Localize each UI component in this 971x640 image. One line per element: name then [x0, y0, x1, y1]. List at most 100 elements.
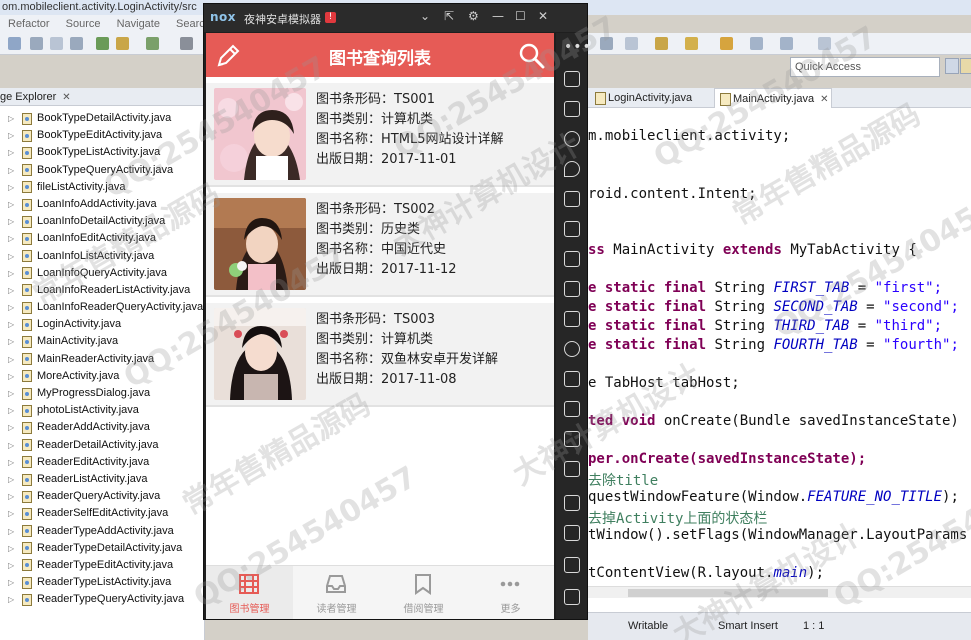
java-perspective-icon[interactable] — [960, 58, 971, 74]
tab-reader-management[interactable]: 读者管理 — [293, 566, 380, 619]
package-file-item[interactable]: ▷ ReaderQueryActivity.java — [8, 488, 205, 505]
book-list-item[interactable]: 图书条形码：TS001 图书类别：计算机类 图书名称：HTML5网站设计详解 出… — [206, 83, 554, 187]
rotate-icon[interactable] — [564, 71, 580, 87]
menu-search[interactable]: Search — [176, 18, 205, 30]
package-file-item[interactable]: ▷ MainReaderActivity.java — [8, 351, 205, 368]
minimize-icon[interactable]: — — [492, 9, 504, 23]
expand-arrow-icon[interactable]: ▷ — [8, 523, 18, 540]
package-file-item[interactable]: ▷ MoreActivity.java — [8, 368, 205, 385]
toolbar-icon[interactable] — [655, 37, 668, 50]
toolbar-icon[interactable] — [600, 37, 613, 50]
expand-arrow-icon[interactable]: ▷ — [8, 454, 18, 471]
package-file-item[interactable]: ▷ BookTypeDetailActivity.java — [8, 110, 205, 127]
toolbar-icon[interactable] — [116, 37, 129, 50]
package-file-item[interactable]: ▷ photoListActivity.java — [8, 402, 205, 419]
close-icon[interactable]: ✕ — [820, 94, 828, 105]
package-file-item[interactable]: ▷ ReaderTypeDetailActivity.java — [8, 540, 205, 557]
shake-icon[interactable] — [564, 341, 580, 357]
scissors-icon[interactable] — [564, 131, 580, 147]
editor-horizontal-scrollbar[interactable] — [588, 586, 971, 598]
expand-arrow-icon[interactable]: ▷ — [8, 540, 18, 557]
toolbar-icon[interactable] — [720, 37, 733, 50]
expand-arrow-icon[interactable]: ▷ — [8, 574, 18, 591]
toolbar-icon[interactable] — [625, 37, 638, 50]
tab-login-activity[interactable]: LoginActivity.java — [590, 88, 708, 108]
package-file-item[interactable]: ▷ BookTypeListActivity.java — [8, 144, 205, 161]
expand-arrow-icon[interactable]: ▷ — [8, 179, 18, 196]
expand-arrow-icon[interactable]: ▷ — [8, 557, 18, 574]
package-file-item[interactable]: ▷ ReaderTypeEditActivity.java — [8, 557, 205, 574]
toolbar-icon[interactable] — [818, 37, 831, 50]
alert-badge[interactable]: ! — [325, 12, 336, 23]
chevron-down-icon[interactable]: ⌄ — [420, 9, 430, 23]
expand-arrow-icon[interactable]: ▷ — [8, 488, 18, 505]
toolbar-icon[interactable] — [50, 37, 63, 50]
expand-arrow-icon[interactable]: ▷ — [8, 505, 18, 522]
expand-arrow-icon[interactable]: ▷ — [8, 230, 18, 247]
tab-loan-management[interactable]: 借阅管理 — [380, 566, 467, 619]
menu-navigate[interactable]: Navigate — [117, 18, 160, 30]
book-list-item[interactable]: 图书条形码：TS003 图书类别：计算机类 图书名称：双鱼林安卓开发详解 出版日… — [206, 303, 554, 407]
home-icon[interactable] — [564, 557, 580, 573]
pin-icon[interactable]: ⇱ — [444, 9, 454, 23]
package-file-item[interactable]: ▷ LoanInfoAddActivity.java — [8, 196, 205, 213]
expand-arrow-icon[interactable]: ▷ — [8, 333, 18, 350]
expand-arrow-icon[interactable]: ▷ — [8, 162, 18, 179]
toolbar-icon[interactable] — [780, 37, 793, 50]
toolbar-icon[interactable] — [685, 37, 698, 50]
settings-icon[interactable] — [564, 495, 580, 511]
expand-arrow-icon[interactable]: ▷ — [8, 144, 18, 161]
package-file-item[interactable]: ▷ MyProgressDialog.java — [8, 385, 205, 402]
book-list-item[interactable]: 图书条形码：TS002 图书类别：历史类 图书名称：中国近代史 出版日期：201… — [206, 193, 554, 297]
expand-arrow-icon[interactable]: ▷ — [8, 385, 18, 402]
expand-arrow-icon[interactable]: ▷ — [8, 419, 18, 436]
expand-arrow-icon[interactable]: ▷ — [8, 316, 18, 333]
package-file-item[interactable]: ▷ ReaderListActivity.java — [8, 471, 205, 488]
toolbar-icon[interactable] — [70, 37, 83, 50]
package-file-item[interactable]: ▷ LoanInfoListActivity.java — [8, 248, 205, 265]
package-file-item[interactable]: ▷ ReaderTypeListActivity.java — [8, 574, 205, 591]
expand-arrow-icon[interactable]: ▷ — [8, 110, 18, 127]
more-dots-icon[interactable]: ••• — [564, 39, 592, 55]
package-file-item[interactable]: ▷ BookTypeQueryActivity.java — [8, 162, 205, 179]
location-icon[interactable] — [564, 161, 580, 177]
package-file-item[interactable]: ▷ LoanInfoDetailActivity.java — [8, 213, 205, 230]
expand-arrow-icon[interactable]: ▷ — [8, 351, 18, 368]
menu-refactor[interactable]: Refactor — [8, 18, 50, 30]
package-file-item[interactable]: ▷ ReaderDetailActivity.java — [8, 437, 205, 454]
package-file-item[interactable]: ▷ ReaderTypeQueryActivity.java — [8, 591, 205, 608]
expand-arrow-icon[interactable]: ▷ — [8, 127, 18, 144]
package-file-item[interactable]: ▷ ReaderSelfEditActivity.java — [8, 505, 205, 522]
menu-icon[interactable] — [564, 461, 580, 477]
package-explorer-tab[interactable]: ge Explorer ✕ — [0, 88, 205, 106]
expand-arrow-icon[interactable]: ▷ — [8, 368, 18, 385]
fullscreen-icon[interactable] — [564, 221, 580, 237]
expand-arrow-icon[interactable]: ▷ — [8, 437, 18, 454]
emulator-title-bar[interactable]: nox 夜神安卓模拟器 ! ⌄ ⇱ ⚙ — ☐ ✕ — [204, 4, 587, 32]
install-apk-icon[interactable] — [564, 311, 580, 327]
tab-main-activity[interactable]: MainActivity.java ✕ — [714, 88, 832, 108]
package-file-item[interactable]: ▷ ReaderAddActivity.java — [8, 419, 205, 436]
recent-apps-icon[interactable] — [564, 589, 580, 605]
expand-arrow-icon[interactable]: ▷ — [8, 196, 18, 213]
package-file-item[interactable]: ▷ ReaderTypeAddActivity.java — [8, 523, 205, 540]
toolbar-icon[interactable] — [750, 37, 763, 50]
search-icon[interactable] — [518, 42, 546, 70]
volume-up-icon[interactable] — [564, 251, 580, 267]
package-file-item[interactable]: ▷ LoanInfoEditActivity.java — [8, 230, 205, 247]
expand-arrow-icon[interactable]: ▷ — [8, 471, 18, 488]
expand-arrow-icon[interactable]: ▷ — [8, 248, 18, 265]
keyboard-icon[interactable] — [564, 371, 580, 387]
package-file-item[interactable]: ▷ LoanInfoQueryActivity.java — [8, 265, 205, 282]
package-file-item[interactable]: ▷ LoanInfoReaderQueryActivity.java — [8, 299, 205, 316]
perspective-icon[interactable] — [945, 58, 959, 74]
package-file-item[interactable]: ▷ LoanInfoReaderListActivity.java — [8, 282, 205, 299]
screen-icon[interactable] — [564, 191, 580, 207]
expand-arrow-icon[interactable]: ▷ — [8, 299, 18, 316]
toolbar-icon[interactable] — [30, 37, 43, 50]
menu-source[interactable]: Source — [66, 18, 101, 30]
volume-down-icon[interactable] — [564, 281, 580, 297]
package-file-item[interactable]: ▷ BookTypeEditActivity.java — [8, 127, 205, 144]
robot-icon[interactable] — [564, 101, 580, 117]
expand-arrow-icon[interactable]: ▷ — [8, 265, 18, 282]
